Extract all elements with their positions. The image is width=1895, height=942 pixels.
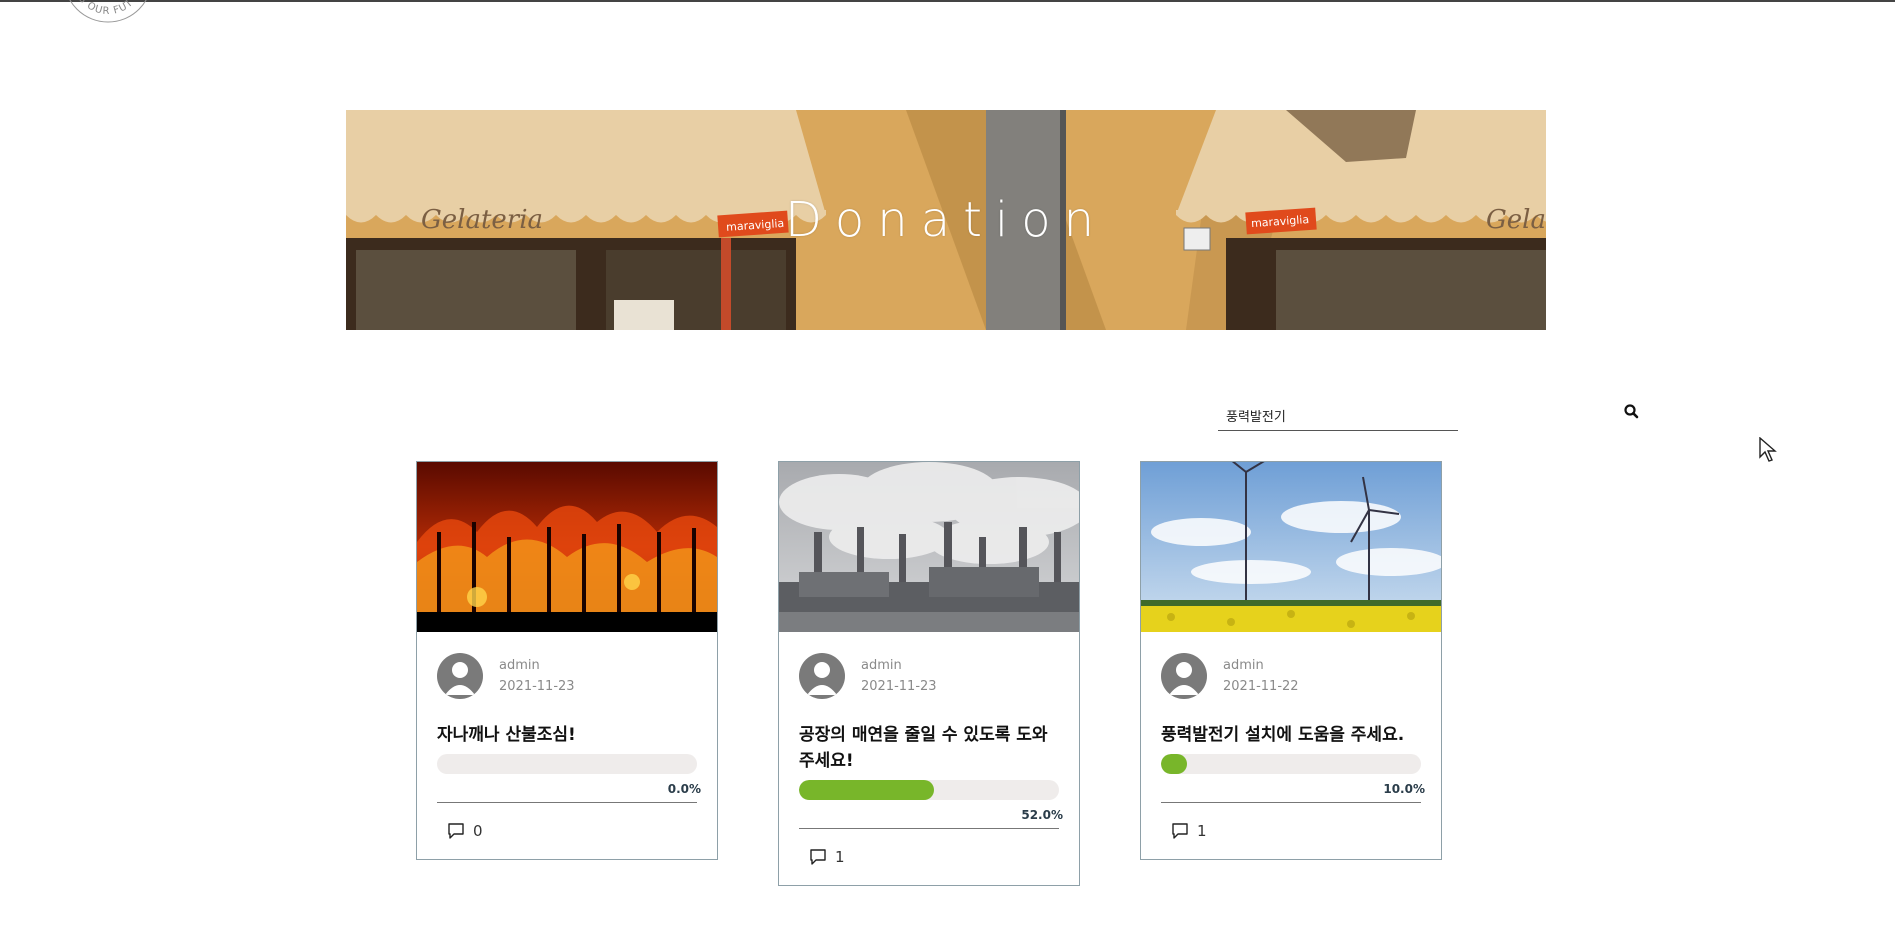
page-title: Donation [784,192,1108,248]
donation-card[interactable]: admin 2021-11-22 풍력발전기 설치에 도움을 주세요. 10.0… [1140,461,1442,860]
logo-stamp[interactable]: IS OUR FUT [60,0,156,26]
comment-icon [448,823,464,839]
progress-bar [799,780,1059,800]
post-date: 2021-11-22 [1223,679,1299,694]
avatar [799,653,845,699]
hero-banner: Gelateria maraviglia maraviglia Gela Don… [346,110,1546,330]
donation-card[interactable]: admin 2021-11-23 공장의 매연을 줄일 수 있도록 도와주세요!… [778,461,1080,886]
donation-card[interactable]: admin 2021-11-23 자나깨나 산불조심! 0.0% 0 [416,461,718,860]
card-image[interactable] [417,462,717,632]
progress-fill [1161,754,1187,774]
top-rule [0,0,1895,2]
comment-icon [1172,823,1188,839]
card-author: admin 2021-11-23 [799,652,1059,700]
progress-percent: 0.0% [667,782,701,796]
card-image[interactable] [1141,462,1441,632]
comment-count[interactable]: 0 [437,803,697,859]
avatar [1161,653,1207,699]
mouse-cursor-icon [1759,437,1777,462]
comment-count[interactable]: 1 [1161,803,1421,859]
card-title[interactable]: 풍력발전기 설치에 도움을 주세요. [1161,722,1421,748]
post-date: 2021-11-23 [861,679,937,694]
search-box [1218,400,1458,431]
progress-fill [799,780,935,800]
author-name[interactable]: admin [499,658,575,673]
progress-bar [1161,754,1421,774]
author-name[interactable]: admin [1223,658,1299,673]
card-title[interactable]: 공장의 매연을 줄일 수 있도록 도와주세요! [799,722,1059,774]
progress-percent: 52.0% [1021,808,1063,822]
card-author: admin 2021-11-22 [1161,652,1421,700]
comment-count-value: 0 [473,822,483,840]
avatar [437,653,483,699]
author-name[interactable]: admin [861,658,937,673]
comment-count-value: 1 [1197,822,1207,840]
comment-count-value: 1 [835,848,845,866]
card-image[interactable] [779,462,1079,632]
search-input[interactable] [1224,402,1456,428]
card-author: admin 2021-11-23 [437,652,697,700]
search-icon[interactable] [1622,402,1642,422]
card-title[interactable]: 자나깨나 산불조심! [437,722,697,748]
comment-icon [810,849,826,865]
progress-percent: 10.0% [1383,782,1425,796]
comment-count[interactable]: 1 [799,829,1059,885]
progress-bar [437,754,697,774]
post-date: 2021-11-23 [499,679,575,694]
